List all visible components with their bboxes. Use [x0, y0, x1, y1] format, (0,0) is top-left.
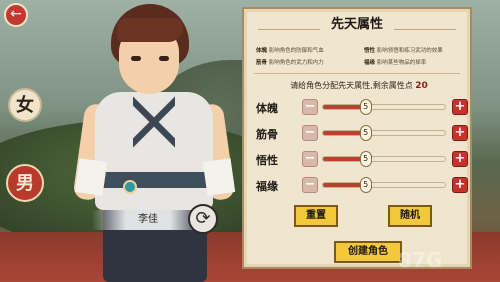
attribute-legend: 体魄 影响角色的防御和气血 悟性 影响领悟和练习武功的效果 筋骨 影响角色的武力… [256, 47, 458, 73]
female-gender-button[interactable]: 女 [8, 88, 42, 122]
attribute-slider-track: 5 [322, 177, 446, 193]
attribute-label: 悟性 [256, 154, 278, 167]
attribute-row-tipo: 体魄 − 5 + [256, 97, 468, 119]
increase-wuxing-button[interactable]: + [452, 151, 468, 167]
legend-item: 悟性 影响领悟和练习武功的效果 [364, 48, 443, 54]
attribute-slider-track: 5 [322, 99, 446, 115]
attribute-slider-knob[interactable]: 5 [359, 177, 372, 193]
attribute-slider-track: 5 [322, 151, 446, 167]
decrease-jingu-button[interactable]: − [302, 125, 318, 141]
attribute-slider-track: 5 [322, 125, 446, 141]
create-character-button[interactable]: 创建角色 [334, 241, 402, 263]
character-collar [133, 92, 175, 152]
decrease-wuxing-button[interactable]: − [302, 151, 318, 167]
character-left-wrap [74, 158, 108, 196]
legend-item: 福缘 影响某些物品的掉率 [364, 60, 427, 66]
title-divider-right [394, 29, 456, 30]
title-divider-left [258, 29, 320, 30]
attribute-row-jingu: 筋骨 − 5 + [256, 123, 468, 145]
increase-tipo-button[interactable]: + [452, 99, 468, 115]
attribute-panel: 先天属性 体魄 影响角色的防御和气血 悟性 影响领悟和练习武功的效果 筋骨 影响… [242, 7, 472, 269]
attribute-slider-knob[interactable]: 5 [359, 125, 372, 141]
character-right-eye [159, 56, 169, 61]
character-belt [99, 172, 211, 188]
refresh-icon: ⟳ [195, 208, 211, 229]
male-gender-button[interactable]: 男 [6, 164, 44, 202]
attribute-slider-knob[interactable]: 5 [359, 151, 372, 167]
amulet-icon [123, 180, 137, 194]
character-right-wrap [202, 158, 236, 196]
legend-item: 体魄 影响角色的防御和气血 [256, 48, 324, 54]
character-portrait [72, 4, 236, 282]
random-button[interactable]: 随机 [388, 205, 432, 227]
increase-fuyuan-button[interactable]: + [452, 177, 468, 193]
attribute-slider-knob[interactable]: 5 [359, 99, 372, 115]
back-button[interactable]: ← [4, 3, 28, 27]
remaining-points: 20 [415, 81, 428, 91]
legend-item: 筋骨 影响角色的武力和内力 [256, 60, 324, 66]
back-arrow-icon: ← [10, 6, 22, 22]
decrease-fuyuan-button[interactable]: − [302, 177, 318, 193]
attribute-row-wuxing: 悟性 − 5 + [256, 149, 468, 171]
watermark-logo: 87G [398, 248, 443, 272]
refresh-appearance-button[interactable]: ⟳ [188, 204, 218, 234]
attribute-row-fuyuan: 福缘 − 5 + [256, 175, 468, 197]
character-left-eye [131, 56, 141, 61]
legend-divider [254, 73, 460, 74]
decrease-tipo-button[interactable]: − [302, 99, 318, 115]
attribute-label: 体魄 [256, 102, 278, 115]
character-bangs [117, 18, 183, 42]
attribute-label: 福缘 [256, 180, 278, 193]
reset-button[interactable]: 重置 [294, 205, 338, 227]
attribute-label: 筋骨 [256, 128, 278, 141]
increase-jingu-button[interactable]: + [452, 125, 468, 141]
allocation-prompt: 请给角色分配先天属性,剩余属性点 20 [290, 81, 428, 91]
